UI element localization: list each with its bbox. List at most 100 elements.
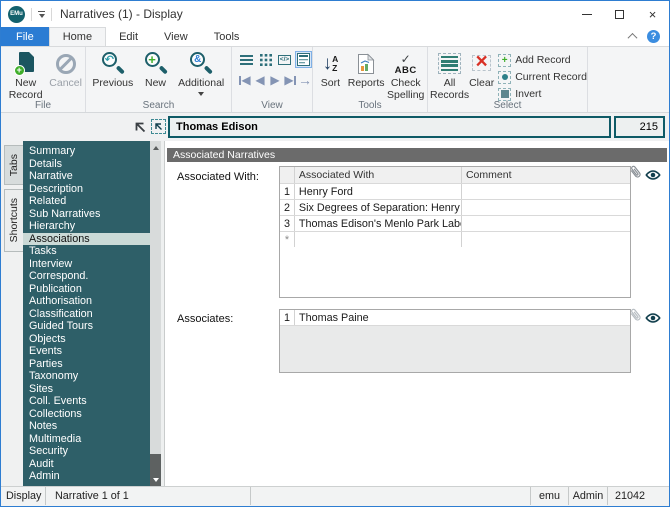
row-number-cell: 1 xyxy=(280,310,295,325)
associated-with-cell[interactable] xyxy=(295,232,462,247)
add-record-button[interactable]: + Add Record xyxy=(498,52,587,68)
sort-button[interactable]: ↓ AZ Sort xyxy=(315,50,346,90)
sidebar-item-coll-events[interactable]: Coll. Events xyxy=(23,395,150,408)
sidebar-item-authorisation[interactable]: Authorisation xyxy=(23,295,150,308)
sidebar-item-publication[interactable]: Publication xyxy=(23,283,150,296)
sidebar-item-details[interactable]: Details xyxy=(23,158,150,171)
associated-with-cell[interactable]: Six Degrees of Separation: Henry Ford ..… xyxy=(295,200,462,215)
view-attachment-icon[interactable] xyxy=(645,168,661,180)
titlebar-separator xyxy=(51,7,52,21)
help-button[interactable]: ? xyxy=(647,30,660,43)
associated-with-cell[interactable]: Henry Ford xyxy=(295,184,462,199)
sidebar-item-correspond[interactable]: Correspond. xyxy=(23,270,150,283)
tab-tools[interactable]: Tools xyxy=(201,27,253,46)
record-summary-field[interactable]: Thomas Edison xyxy=(168,116,611,138)
list-view-toggle[interactable] xyxy=(238,51,255,68)
sidebar-item-taxonomy[interactable]: Taxonomy xyxy=(23,370,150,383)
sidebar-item-summary[interactable]: Summary xyxy=(23,145,150,158)
attach-mode-icon[interactable] xyxy=(151,119,166,134)
sidebar-item-parties[interactable]: Parties xyxy=(23,358,150,371)
attachment-icon[interactable] xyxy=(629,164,643,181)
goto-record-button[interactable]: → xyxy=(298,72,312,88)
close-button[interactable]: × xyxy=(636,1,669,27)
sidebar-item-tasks[interactable]: Tasks xyxy=(23,245,150,258)
previous-search-button[interactable]: ↶ Previous xyxy=(88,50,138,90)
sidebar-item-guided-tours[interactable]: Guided Tours xyxy=(23,320,150,333)
side-tab-tabs[interactable]: Tabs xyxy=(4,145,23,185)
new-record-button[interactable]: + New Record xyxy=(3,50,48,101)
list-item[interactable]: 1 Thomas Paine xyxy=(280,310,630,326)
sidebar-item-description[interactable]: Description xyxy=(23,183,150,196)
table-row[interactable]: 3 Thomas Edison's Menlo Park Laboratory xyxy=(280,215,630,231)
sidebar-item-admin[interactable]: Admin xyxy=(23,470,150,483)
sidebar-item-narrative[interactable]: Narrative xyxy=(23,170,150,183)
maximize-button[interactable] xyxy=(603,1,636,27)
scroll-up-icon[interactable] xyxy=(150,141,161,154)
sidebar-item-events[interactable]: Events xyxy=(23,345,150,358)
comment-cell[interactable] xyxy=(462,232,630,247)
minimize-button[interactable] xyxy=(570,1,603,27)
cancel-button[interactable]: Cancel xyxy=(48,50,83,90)
last-record-button[interactable]: ▶ xyxy=(283,72,297,88)
sidebar-item-collections[interactable]: Collections xyxy=(23,408,150,421)
tab-view[interactable]: View xyxy=(151,27,201,46)
clear-selection-button[interactable]: × Clear xyxy=(469,50,494,90)
comment-cell[interactable] xyxy=(462,200,630,215)
next-record-button[interactable]: ▶ xyxy=(268,72,282,88)
sidebar-item-objects[interactable]: Objects xyxy=(23,333,150,346)
sidebar-item-associations[interactable]: Associations xyxy=(23,232,150,245)
all-records-button[interactable]: All Records xyxy=(430,50,469,101)
reports-icon xyxy=(358,53,375,74)
table-row[interactable]: 2 Six Degrees of Separation: Henry Ford … xyxy=(280,199,630,215)
ribbon-spacer xyxy=(588,47,669,112)
sidebar-scrollbar[interactable] xyxy=(150,141,161,486)
first-record-button[interactable]: ◀ xyxy=(238,72,252,88)
titlebar-separator xyxy=(31,7,32,21)
clear-selection-icon: × xyxy=(470,50,494,74)
tab-file[interactable]: File xyxy=(1,27,49,46)
side-tab-shortcuts[interactable]: Shortcuts xyxy=(4,189,23,252)
sidebar-item-security[interactable]: Security xyxy=(23,445,150,458)
quick-access-dropdown-icon[interactable] xyxy=(38,10,45,18)
sidebar-item-classification[interactable]: Classification xyxy=(23,308,150,321)
code-view-toggle[interactable]: </> xyxy=(276,51,293,68)
associated-with-cell[interactable]: Thomas Edison's Menlo Park Laboratory xyxy=(295,216,462,231)
attachment-icon-disabled[interactable] xyxy=(629,307,643,324)
maximize-icon xyxy=(615,9,624,19)
comment-cell[interactable] xyxy=(462,216,630,231)
table-new-row[interactable]: * xyxy=(280,231,630,247)
invert-selection-icon xyxy=(498,87,512,101)
tab-home[interactable]: Home xyxy=(48,27,107,46)
view-attachment-icon[interactable] xyxy=(645,311,661,323)
current-record-button[interactable]: Current Record xyxy=(498,69,587,85)
pointer-icon[interactable] xyxy=(133,120,147,139)
previous-record-button[interactable]: ◀ xyxy=(253,72,267,88)
sidebar-item-multimedia[interactable]: Multimedia xyxy=(23,433,150,446)
new-search-button[interactable]: + New xyxy=(138,50,174,90)
ribbon-tab-bar: File Home Edit View Tools ? xyxy=(1,27,669,46)
additional-search-button[interactable]: & Additional xyxy=(173,50,229,96)
sidebar-item-interview[interactable]: Interview xyxy=(23,258,150,271)
sidebar-item-audit[interactable]: Audit xyxy=(23,458,150,471)
sidebar-item-related[interactable]: Related xyxy=(23,195,150,208)
scrollbar-thumb[interactable] xyxy=(150,454,161,474)
check-spelling-button[interactable]: ✓ ABC Check Spelling xyxy=(386,50,425,101)
comment-cell[interactable] xyxy=(462,184,630,199)
sidebar-item-sub-narratives[interactable]: Sub Narratives xyxy=(23,208,150,221)
reports-button[interactable]: Reports xyxy=(346,50,387,90)
tabs-sidebar: Summary Details Narrative Description Re… xyxy=(23,141,161,486)
tab-edit[interactable]: Edit xyxy=(106,27,151,46)
app-logo-icon[interactable]: EMu xyxy=(8,5,25,23)
status-bar: Display Narrative 1 of 1 emu Admin 21042 xyxy=(1,486,669,506)
scroll-down-icon[interactable] xyxy=(150,474,161,486)
grid-view-toggle[interactable] xyxy=(257,51,274,68)
sidebar-item-sites[interactable]: Sites xyxy=(23,383,150,396)
sidebar-item-hierarchy[interactable]: Hierarchy xyxy=(23,220,150,233)
form-view-toggle[interactable] xyxy=(295,51,312,68)
associate-name-cell[interactable]: Thomas Paine xyxy=(295,310,630,325)
close-icon: × xyxy=(648,6,657,22)
sidebar-item-notes[interactable]: Notes xyxy=(23,420,150,433)
collapse-ribbon-icon[interactable] xyxy=(627,32,638,43)
window-title: Narratives (1) - Display xyxy=(60,7,183,21)
table-row[interactable]: 1 Henry Ford xyxy=(280,183,630,199)
